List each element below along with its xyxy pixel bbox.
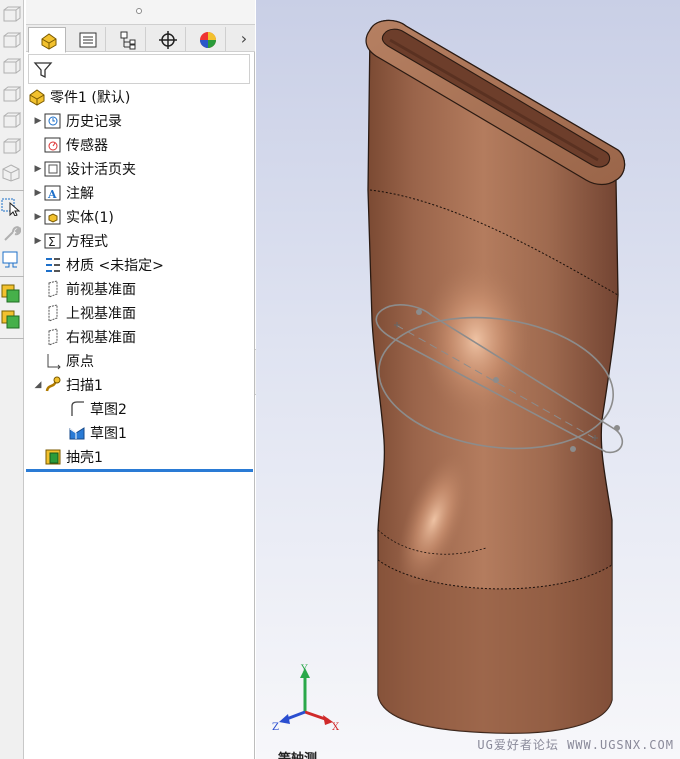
history-icon <box>44 112 62 130</box>
tree-item-shell1[interactable]: 抽壳1 <box>32 446 103 468</box>
chevron-right-icon[interactable]: › <box>236 29 252 49</box>
isometric-view-icon[interactable] <box>1 164 22 184</box>
tree-item-origin[interactable]: 原点 <box>32 350 94 372</box>
tab-feature-manager[interactable] <box>28 27 66 53</box>
tree-item-right-plane[interactable]: 右视基准面 <box>32 326 136 348</box>
tree-item-sweep1[interactable]: ◢ 扫描1 <box>32 374 103 396</box>
tree-root-label: 零件1 (默认) <box>50 90 131 106</box>
annotations-icon: A <box>44 184 62 202</box>
expand-arrow-icon[interactable]: ▶ <box>32 188 44 198</box>
material-icon <box>44 256 62 274</box>
view-cube-icon[interactable] <box>1 58 22 78</box>
filter-icon <box>33 62 53 79</box>
view-orientation-label: 等轴测 <box>278 748 317 759</box>
view-cube-icon[interactable] <box>1 86 22 106</box>
tree-item-front-plane[interactable]: 前视基准面 <box>32 278 136 300</box>
swept-shell-model <box>365 19 626 734</box>
triad-x-label: X <box>332 722 340 732</box>
collapse-arrow-icon[interactable]: ◢ <box>32 380 44 390</box>
display-manager-icon <box>200 32 216 48</box>
panel-grip[interactable] <box>26 0 255 24</box>
watermark-text: UG爱好者论坛 WWW.UGSNX.COM <box>477 738 674 752</box>
tree-root-part[interactable]: 零件1 (默认) <box>28 86 130 108</box>
sweep-icon <box>44 376 62 394</box>
tab-dimxpert-manager[interactable] <box>148 27 186 51</box>
layer-stack-icon[interactable] <box>1 310 22 330</box>
plane-icon <box>44 328 62 346</box>
tree-item-sketch2[interactable]: 草图2 <box>56 398 127 420</box>
tree-item-top-plane[interactable]: 上视基准面 <box>32 302 136 324</box>
sensor-icon <box>44 136 62 154</box>
tree-item-history[interactable]: ▶ 历史记录 <box>32 110 122 132</box>
tree-item-sensors[interactable]: 传感器 <box>32 134 108 156</box>
tab-display-manager[interactable] <box>188 27 226 51</box>
axis-triad: Y X Z <box>272 664 340 732</box>
sketch-icon <box>68 424 86 442</box>
view-cube-icon[interactable] <box>1 112 22 132</box>
plane-icon <box>44 280 62 298</box>
view-cube-icon[interactable] <box>1 6 22 26</box>
expand-arrow-icon[interactable]: ▶ <box>32 236 44 246</box>
property-manager-icon <box>79 32 97 48</box>
tree-item-equations[interactable]: ▶ Σ 方程式 <box>32 230 108 252</box>
crosshair-icon <box>159 31 177 49</box>
tree-item-solid-bodies[interactable]: ▶ 实体(1) <box>32 206 114 228</box>
manager-tabs: › <box>26 24 255 53</box>
tree-filter[interactable] <box>28 54 250 84</box>
shell-icon <box>44 448 62 466</box>
layer-stack-icon[interactable] <box>1 284 22 304</box>
expand-arrow-icon[interactable]: ▶ <box>32 116 44 126</box>
triad-y-label: Y <box>300 664 308 675</box>
equations-icon: Σ <box>44 232 62 250</box>
plane-icon <box>44 304 62 322</box>
svg-text:A: A <box>47 188 57 201</box>
graphics-viewport[interactable]: Y X Z 等轴测 UG爱好者论坛 WWW.UGSNX.COM <box>256 0 680 759</box>
tree-item-design-binder[interactable]: ▶ 设计活页夹 <box>32 158 136 180</box>
expand-arrow-icon[interactable]: ▶ <box>32 212 44 222</box>
feature-manager-icon <box>41 33 57 50</box>
sketch-icon <box>68 400 86 418</box>
view-cube-icon[interactable] <box>1 138 22 158</box>
tree-item-sketch1[interactable]: 草图1 <box>56 422 127 444</box>
part-icon <box>28 88 46 106</box>
tree-item-material[interactable]: 材质 <未指定> <box>32 254 164 276</box>
triad-z-label: Z <box>272 722 279 732</box>
feature-manager-panel: › 零件1 (默认) ▶ 历史记录 传感器 ▶ 设计活页夹 ▶ A 注解 ▶ 实… <box>26 0 255 759</box>
left-command-toolbar <box>0 0 24 759</box>
configuration-manager-icon <box>120 31 136 50</box>
svg-text:Σ: Σ <box>48 235 56 249</box>
tools-icon[interactable] <box>1 224 22 244</box>
origin-icon <box>44 352 62 370</box>
tab-configuration-manager[interactable] <box>108 27 146 51</box>
rollback-bar[interactable] <box>26 469 253 472</box>
design-binder-icon <box>44 160 62 178</box>
solid-bodies-icon <box>44 208 62 226</box>
expand-arrow-icon[interactable]: ▶ <box>32 164 44 174</box>
view-cube-icon[interactable] <box>1 32 22 52</box>
tree-item-annotations[interactable]: ▶ A 注解 <box>32 182 94 204</box>
screen-capture-icon[interactable] <box>1 250 22 270</box>
tab-property-manager[interactable] <box>68 27 106 51</box>
select-cursor-icon[interactable] <box>1 196 22 217</box>
